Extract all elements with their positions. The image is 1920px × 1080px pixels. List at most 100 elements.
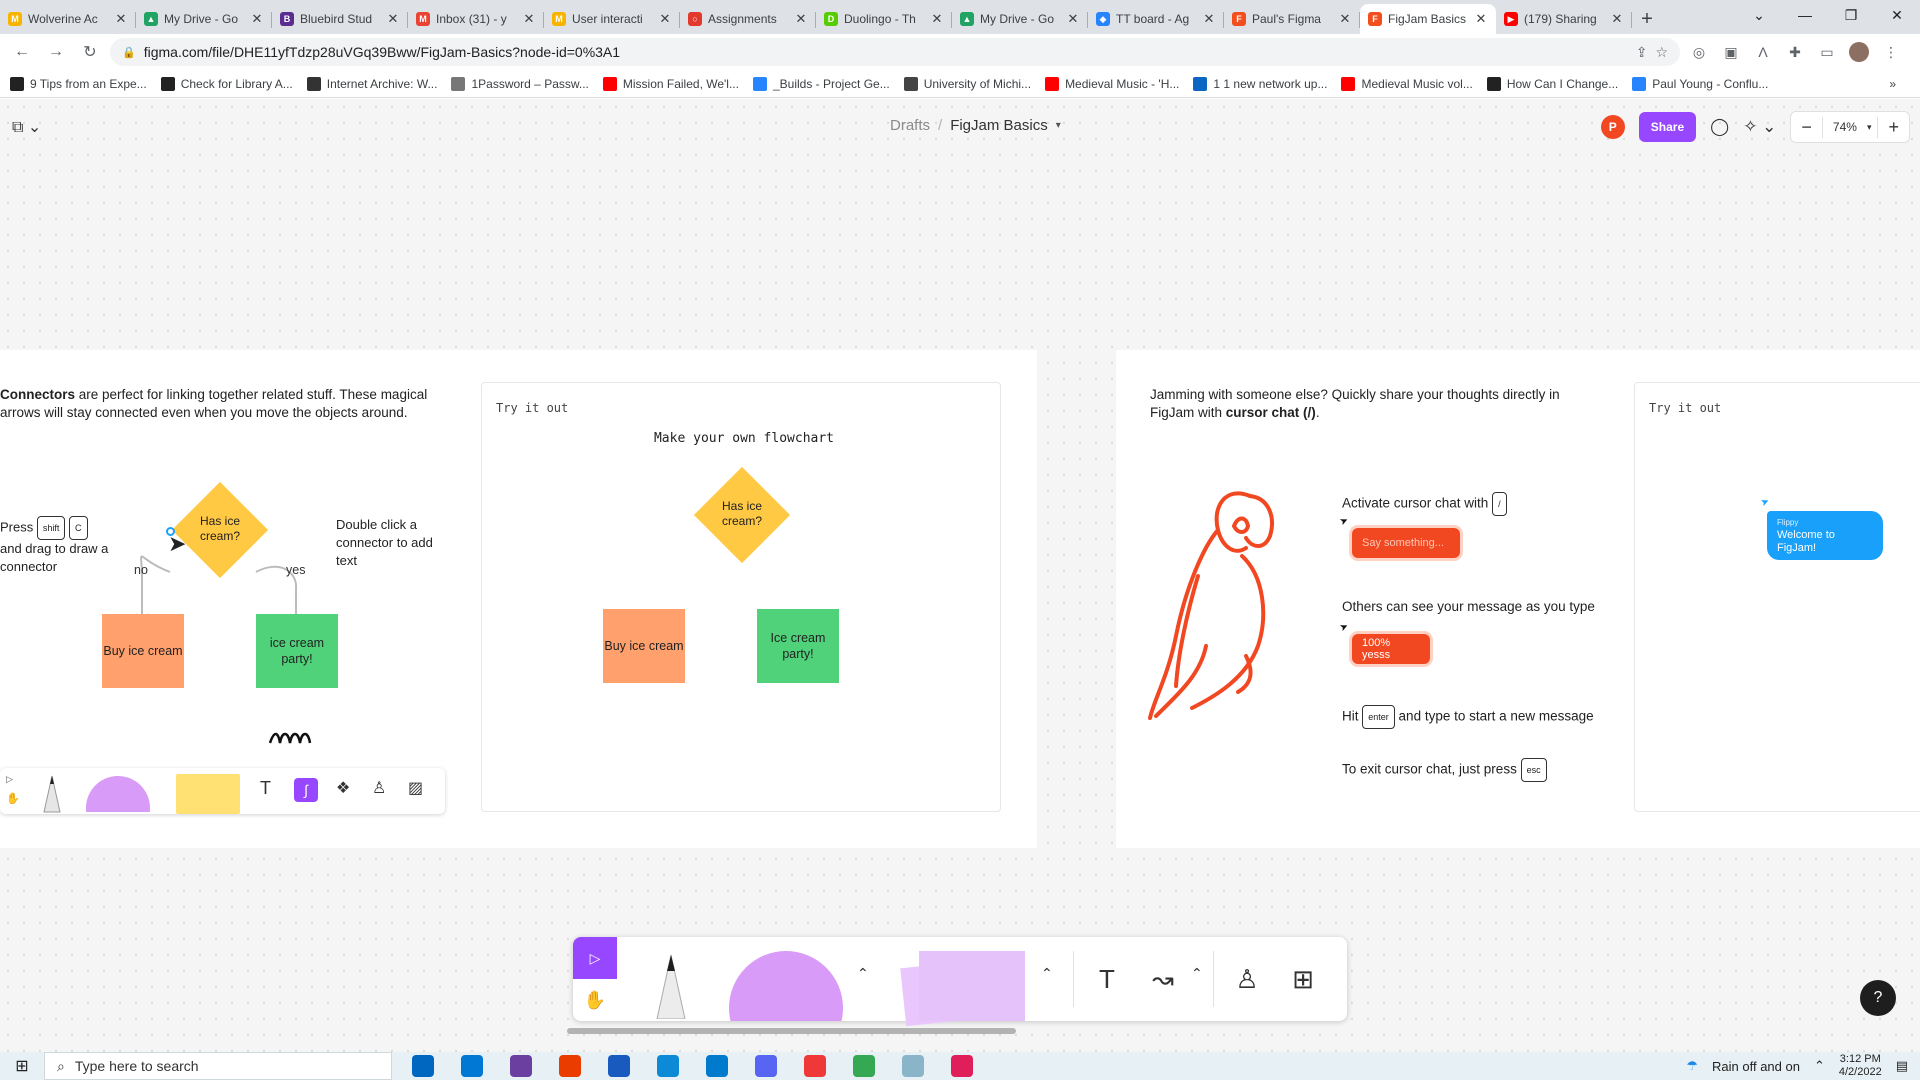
share-page-icon[interactable]: ⇪: [1636, 44, 1648, 61]
file-name[interactable]: FigJam Basics: [950, 117, 1048, 134]
select-tool-icon[interactable]: ▷: [6, 774, 13, 785]
slack-taskbar-icon[interactable]: [937, 1052, 986, 1080]
bookmark-item[interactable]: _Builds - Project Ge...: [752, 76, 890, 91]
bookmarks-overflow-icon[interactable]: »: [1889, 77, 1896, 91]
tab-close-icon[interactable]: ✕: [250, 11, 264, 27]
share-button[interactable]: Share: [1638, 112, 1697, 142]
browser-tab[interactable]: ▲ My Drive - Go ✕: [952, 4, 1088, 34]
figjam-canvas[interactable]: ⧉ ⌄ Drafts / FigJam Basics ▾ P Share ◯ ✧…: [0, 99, 1920, 1052]
tab-close-icon[interactable]: ✕: [1610, 11, 1624, 27]
edge-taskbar-icon[interactable]: [643, 1052, 692, 1080]
office-taskbar-icon[interactable]: [545, 1052, 594, 1080]
vivaldi-taskbar-icon[interactable]: [790, 1052, 839, 1080]
stamp-tool-icon[interactable]: ♙: [1225, 957, 1269, 1001]
tab-close-icon[interactable]: ✕: [386, 11, 400, 27]
select-tool-icon[interactable]: ▷: [573, 937, 617, 979]
bookmark-item[interactable]: 1Password – Passw...: [451, 76, 589, 91]
chevron-up-icon[interactable]: ⌃: [1041, 965, 1053, 982]
browser-tab[interactable]: M Inbox (31) - y ✕: [408, 4, 544, 34]
bookmark-item[interactable]: Medieval Music - 'H...: [1045, 76, 1179, 91]
horizontal-scrollbar[interactable]: [567, 1028, 1016, 1034]
ai-sparkle-icon[interactable]: ✧ ⌄: [1743, 117, 1776, 137]
chevron-down-icon[interactable]: ▾: [1867, 122, 1878, 133]
clock[interactable]: 3:12 PM 4/2/2022: [1839, 1053, 1882, 1079]
sticky-tool-icon[interactable]: [176, 774, 240, 814]
store-taskbar-icon[interactable]: [398, 1052, 447, 1080]
bookmark-star-icon[interactable]: ☆: [1655, 44, 1668, 61]
zoom-in-button[interactable]: +: [1877, 116, 1909, 138]
hand-tool-icon[interactable]: ✋: [6, 792, 20, 805]
browser-tab[interactable]: ◆ TT board - Ag ✕: [1088, 4, 1224, 34]
image-tool-icon[interactable]: ▨: [408, 778, 423, 798]
browser-menu-icon[interactable]: ⋮: [1878, 39, 1904, 65]
puzzle-icon[interactable]: ✚: [1782, 39, 1808, 65]
bookmark-item[interactable]: Check for Library A...: [160, 76, 293, 91]
cursor-chat-input[interactable]: Say something...: [1352, 528, 1460, 558]
main-menu-icon[interactable]: ⧉ ⌄: [12, 117, 41, 137]
widgets-tool-icon[interactable]: ⊞: [1281, 957, 1325, 1001]
bookmark-item[interactable]: Medieval Music vol...: [1341, 76, 1473, 91]
text-tool-icon[interactable]: T: [1085, 957, 1129, 1001]
hand-tool-icon[interactable]: ✋: [573, 979, 617, 1021]
chevron-up-icon[interactable]: ⌃: [1814, 1058, 1825, 1074]
connectors-section[interactable]: Connectors are perfect for linking toget…: [0, 350, 1037, 848]
extension-icon[interactable]: ▣: [1718, 39, 1744, 65]
weather-text[interactable]: Rain off and on: [1712, 1059, 1800, 1074]
bookmark-item[interactable]: 9 Tips from an Expe...: [10, 76, 147, 91]
tab-close-icon[interactable]: ✕: [522, 11, 536, 27]
chevron-up-icon[interactable]: ⌃: [1191, 965, 1203, 982]
panel-ice-cream-party-sticky[interactable]: Ice cream party!: [757, 609, 839, 683]
word-taskbar-icon[interactable]: [594, 1052, 643, 1080]
tab-close-icon[interactable]: ✕: [1474, 11, 1488, 27]
try-it-out-panel-2[interactable]: Try it out ➤ Flippy Welcome to FigJam!: [1634, 382, 1920, 812]
tab-search-icon[interactable]: ⌄: [1736, 7, 1782, 24]
tab-close-icon[interactable]: ✕: [1338, 11, 1352, 27]
sidebar-icon[interactable]: ▭: [1814, 39, 1840, 65]
notifications-icon[interactable]: ▤: [1896, 1058, 1908, 1074]
tab-close-icon[interactable]: ✕: [1066, 11, 1080, 27]
shape-tool-icon[interactable]: [729, 951, 843, 1021]
forward-button[interactable]: →: [42, 38, 70, 66]
text-tool-icon[interactable]: T: [260, 778, 271, 799]
tab-close-icon[interactable]: ✕: [794, 11, 808, 27]
close-window-button[interactable]: ✕: [1874, 7, 1920, 24]
component-tool-icon[interactable]: ❖: [336, 778, 350, 798]
buy-ice-cream-sticky[interactable]: Buy ice cream: [102, 614, 184, 688]
bookmark-item[interactable]: 1 1 new network up...: [1193, 76, 1327, 91]
browser-tab[interactable]: ▲ My Drive - Go ✕: [136, 4, 272, 34]
chevron-up-icon[interactable]: ⌃: [857, 965, 869, 982]
bookmark-item[interactable]: How Can I Change...: [1486, 76, 1618, 91]
avatar[interactable]: P: [1600, 115, 1625, 139]
marker-tool-icon[interactable]: [651, 953, 691, 1019]
tab-close-icon[interactable]: ✕: [658, 11, 672, 27]
profile-avatar[interactable]: [1846, 39, 1872, 65]
mail-taskbar-icon[interactable]: [447, 1052, 496, 1080]
comment-icon[interactable]: ◯: [1710, 117, 1729, 137]
new-tab-button[interactable]: +: [1632, 4, 1662, 34]
connector-tool-icon[interactable]: ↝: [1141, 957, 1185, 1001]
connector-tool-icon[interactable]: ∫: [294, 778, 318, 802]
bookmark-item[interactable]: Mission Failed, We'l...: [602, 76, 739, 91]
files-taskbar-icon[interactable]: [888, 1052, 937, 1080]
browser-tab[interactable]: F FigJam Basics ✕: [1360, 4, 1496, 34]
browser-tab[interactable]: D Duolingo - Th ✕: [816, 4, 952, 34]
bookmark-item[interactable]: Paul Young - Conflu...: [1632, 76, 1768, 91]
browser-tab[interactable]: ▶ (179) Sharing ✕: [1496, 4, 1632, 34]
breadcrumb-drafts[interactable]: Drafts: [890, 117, 930, 134]
browser-tab[interactable]: M User interacti ✕: [544, 4, 680, 34]
back-button[interactable]: ←: [8, 38, 36, 66]
tab-close-icon[interactable]: ✕: [114, 11, 128, 27]
panel-buy-ice-cream-sticky[interactable]: Buy ice cream: [603, 609, 685, 683]
zoom-level[interactable]: 74%: [1823, 120, 1867, 134]
browser-tab[interactable]: M Wolverine Ac ✕: [0, 4, 136, 34]
chrome-taskbar-icon[interactable]: [839, 1052, 888, 1080]
address-bar[interactable]: 🔒 figma.com/file/DHE11yfTdzp28uVGq39Bww/…: [110, 38, 1680, 66]
extension-icon[interactable]: Λ: [1750, 39, 1776, 65]
chevron-down-icon[interactable]: ▾: [1056, 120, 1061, 131]
bookmark-item[interactable]: University of Michi...: [903, 76, 1031, 91]
shape-tool-icon[interactable]: [86, 776, 150, 812]
stamp-tool-icon[interactable]: ♙: [372, 778, 386, 798]
minimize-button[interactable]: —: [1782, 7, 1828, 23]
taskbar-search-input[interactable]: ⌕ Type here to search: [44, 1052, 392, 1080]
tab-close-icon[interactable]: ✕: [930, 11, 944, 27]
